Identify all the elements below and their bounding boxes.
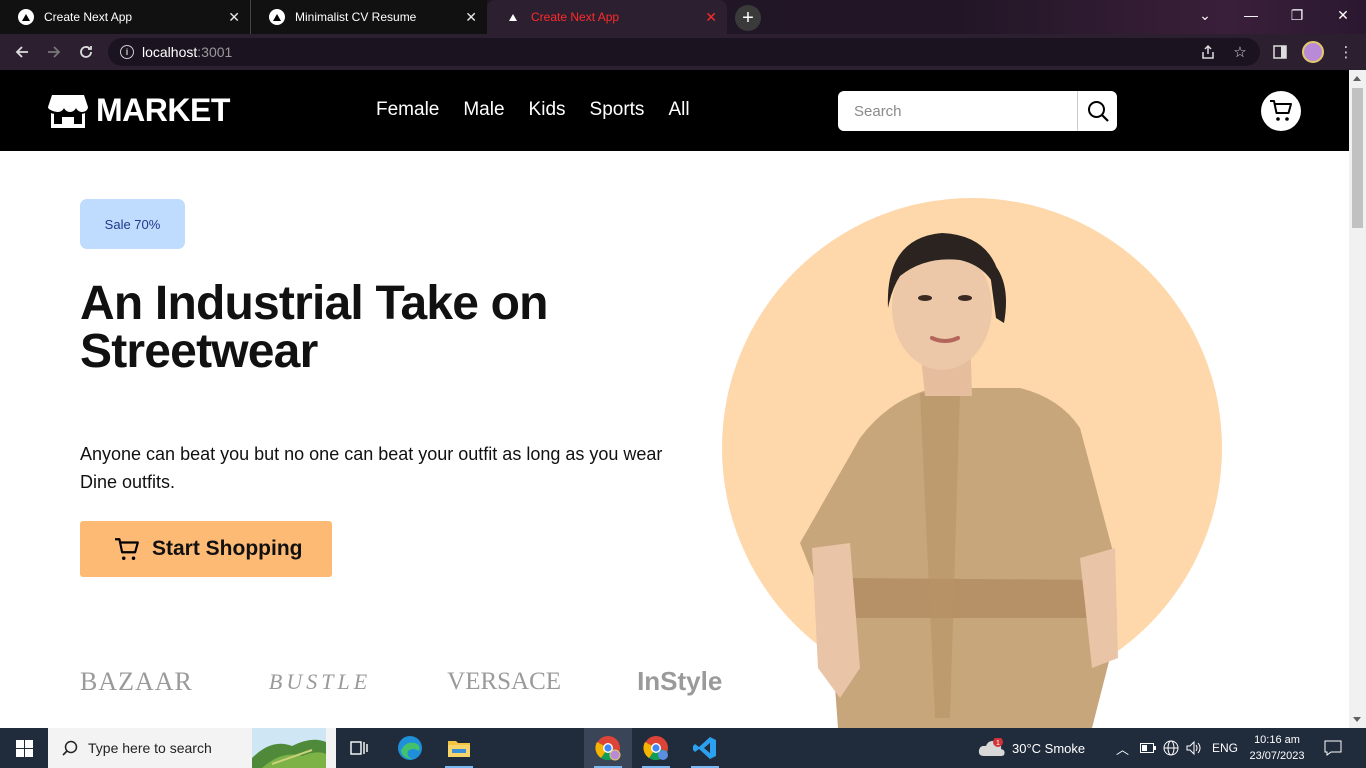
nav-link-kids[interactable]: Kids [529,99,566,121]
language-indicator[interactable]: ENG [1212,728,1238,768]
tab-title: Minimalist CV Resume [295,10,417,24]
svg-text:1: 1 [996,740,1000,747]
side-panel-icon[interactable] [1270,42,1290,62]
clock-date: 23/07/2023 [1249,750,1305,762]
forward-icon[interactable] [42,40,66,64]
profile-avatar[interactable] [1302,41,1324,63]
browser-tab-2[interactable]: Minimalist CV Resume ✕ [250,0,487,34]
hero-description: Anyone can beat you but no one can beat … [80,444,663,492]
nav-link-male[interactable]: Male [463,99,504,121]
search-input[interactable] [838,91,1077,131]
chrome-profile-2-icon[interactable] [632,728,680,768]
web-page: MARKET Female Male Kids Sports All Sale … [0,70,1349,728]
brand-logo-versace: VERSACE [447,667,562,695]
show-hidden-icons-chevron-icon[interactable]: ︿ [1116,728,1129,768]
nextjs-favicon-icon [18,9,34,25]
weather-widget[interactable]: 1 30°C Smoke [978,728,1085,768]
search-icon[interactable] [1077,91,1117,131]
cart-icon [1270,100,1292,121]
edge-browser-icon[interactable] [386,728,434,768]
site-logo[interactable]: MARKET [48,92,230,129]
browser-tab-1[interactable]: Create Next App ✕ [0,0,250,34]
logo-text: MARKET [96,92,230,128]
store-icon [48,94,88,128]
nav-link-all[interactable]: All [668,99,689,121]
cta-label: Start Shopping [152,537,303,560]
start-shopping-button[interactable]: Start Shopping [80,521,332,577]
windows-start-icon[interactable] [0,728,48,768]
hero-headline: An Industrial Take on Streetwear [80,277,549,378]
site-search [838,91,1117,131]
clock-time: 10:16 am [1254,734,1300,746]
cloud-weather-icon: 1 [978,738,1005,756]
cart-icon [115,538,139,560]
search-highlight-scene-icon [252,728,326,768]
browser-toolbar: i localhost:3001 ☆ ⋮ [0,34,1366,70]
taskbar-search-placeholder: Type here to search [88,740,212,756]
battery-icon[interactable] [1140,728,1156,768]
sale-badge: Sale 70% [80,199,185,249]
share-icon[interactable] [1198,42,1218,62]
nextjs-favicon-icon [269,9,285,25]
brand-logos: BAZAAR BUSTLE VERSACE InStyle [80,666,798,697]
search-icon [62,740,78,756]
brand-logo-bazaar: BAZAAR [80,666,193,696]
windows-taskbar: Type here to search 1 30°C Smoke ︿ ENG 1… [0,728,1366,768]
notifications-icon[interactable] [1324,728,1342,768]
file-explorer-icon[interactable] [435,728,483,768]
vscode-icon[interactable] [681,728,729,768]
browser-menu-icon[interactable]: ⋮ [1336,42,1356,62]
site-header: MARKET Female Male Kids Sports All [0,70,1349,151]
close-tab-icon[interactable]: ✕ [705,9,717,26]
url-host: localhost [142,44,198,60]
close-tab-icon[interactable]: ✕ [465,9,477,26]
close-tab-icon[interactable]: ✕ [228,9,240,26]
nav-link-female[interactable]: Female [376,99,439,121]
brand-logo-bustle: BUSTLE [268,668,372,694]
nextjs-favicon-icon [505,9,521,25]
system-clock[interactable]: 10:16 am 23/07/2023 [1244,732,1310,764]
url-port: :3001 [197,44,233,60]
restore-button[interactable]: ❐ [1274,0,1320,30]
volume-icon[interactable] [1186,728,1202,768]
page-scrollbar[interactable] [1349,70,1366,728]
hero-model-image [722,198,1222,728]
reload-icon[interactable] [74,40,98,64]
new-tab-button[interactable]: + [735,5,761,31]
bookmark-star-icon[interactable]: ☆ [1230,42,1250,62]
brand-logo-instyle: InStyle [637,666,723,696]
back-icon[interactable] [10,40,34,64]
nav-link-sports[interactable]: Sports [590,99,645,121]
task-view-icon[interactable] [336,728,384,768]
site-info-icon[interactable]: i [120,45,134,59]
scroll-up-arrow-icon[interactable] [1353,76,1361,81]
close-window-button[interactable]: ✕ [1320,0,1366,30]
taskbar-search-box[interactable]: Type here to search [48,728,336,768]
minimize-button[interactable]: — [1228,0,1274,30]
tab-search-chevron-icon[interactable]: ⌄ [1182,0,1228,30]
network-globe-icon[interactable] [1163,728,1179,768]
address-bar[interactable]: i localhost:3001 [108,38,1260,66]
chrome-profile-1-icon[interactable] [584,728,632,768]
weather-text: 30°C Smoke [1012,740,1086,756]
scrollbar-thumb[interactable] [1352,88,1363,228]
scroll-down-arrow-icon[interactable] [1353,717,1361,722]
browser-tab-3-active[interactable]: Create Next App ✕ [487,0,727,34]
browser-tabstrip: Create Next App ✕ Minimalist CV Resume ✕… [0,0,1366,34]
cart-button[interactable] [1261,91,1301,131]
main-nav: Female Male Kids Sports All [376,99,690,121]
tab-title: Create Next App [44,10,133,24]
tab-title: Create Next App [531,10,620,24]
